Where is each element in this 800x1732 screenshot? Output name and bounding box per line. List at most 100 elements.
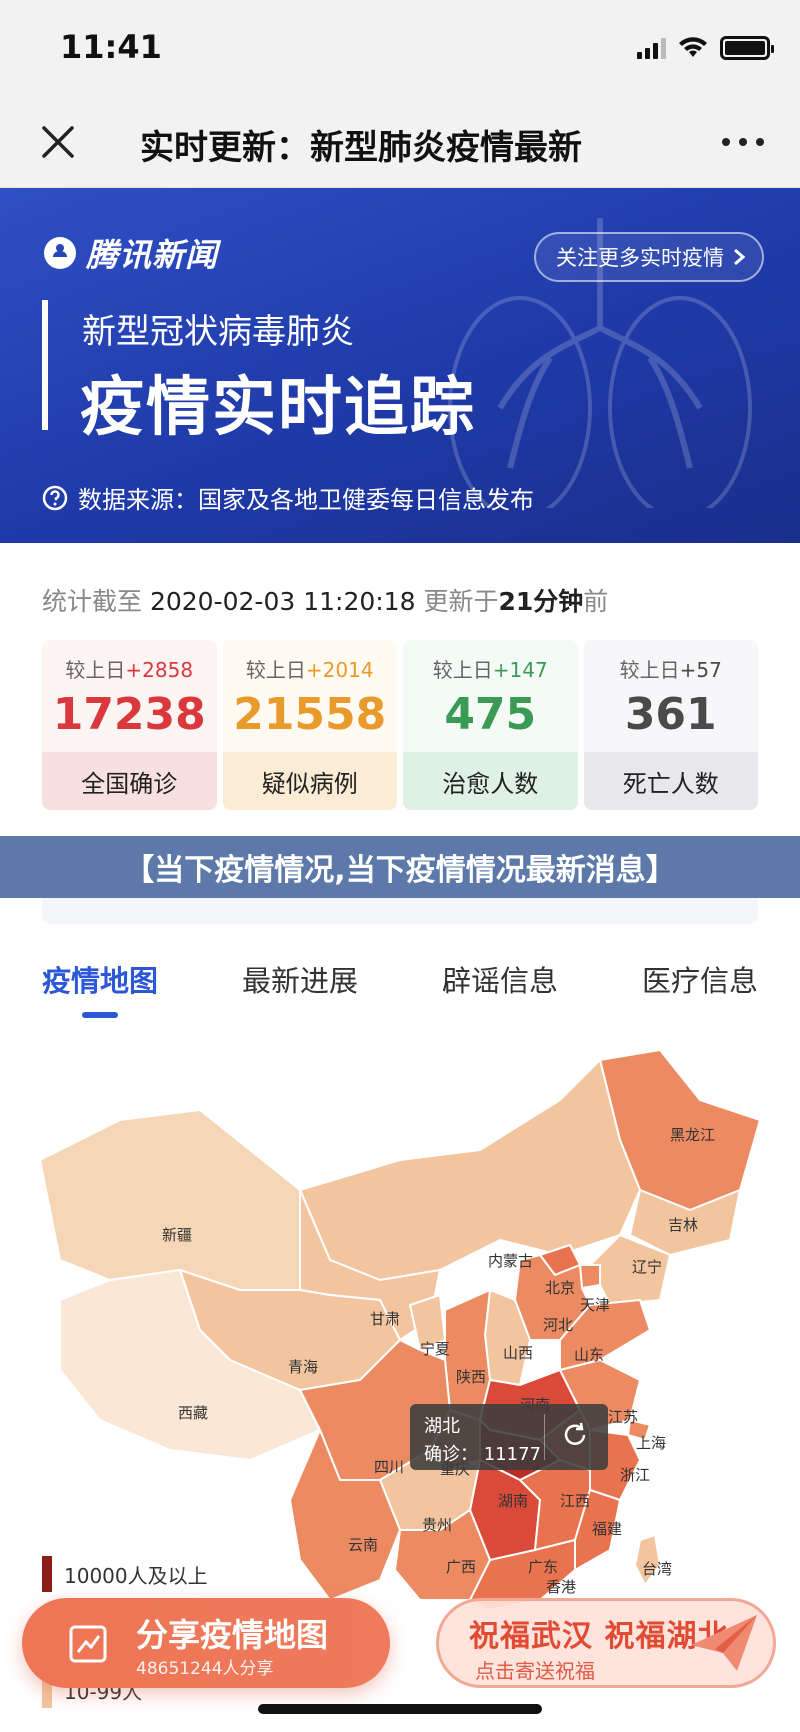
tab-label: 疫情地图 (41, 964, 158, 998)
label-liaoning: 辽宁 (632, 1258, 662, 1276)
question-icon (42, 485, 68, 510)
tab-label: 最新进展 (241, 964, 358, 998)
label-tianjin: 天津 (580, 1296, 610, 1314)
tencent-news-logo: 腾讯新闻 (42, 230, 218, 276)
page-title: 实时更新：新型肺炎疫情最新 (140, 128, 582, 168)
wifi-icon (679, 37, 707, 57)
label-taiwan: 台湾 (642, 1560, 672, 1578)
label-hebei: 河北 (543, 1316, 573, 1334)
label-jilin: 吉林 (668, 1216, 698, 1234)
tab-medical-info[interactable]: 医疗信息 (600, 950, 800, 1020)
legend-item: 10000人及以上 (42, 1556, 208, 1592)
map-tooltip: 湖北 确诊： 11177 (410, 1404, 608, 1470)
stat-top: 较上日+147 475 (403, 640, 578, 752)
label-guangxi: 广西 (446, 1558, 476, 1576)
status-icons (637, 36, 774, 60)
legend-swatch (42, 1556, 52, 1592)
home-indicator (258, 1704, 542, 1714)
share-chart-icon (69, 1625, 107, 1663)
updated-suffix: 前 (583, 587, 609, 616)
stats-timestamp: 2020-02-03 11:20:18 (149, 587, 416, 616)
label-shaanxi: 陕西 (456, 1368, 486, 1386)
hero-banner: 腾讯新闻 关注更多实时疫情 新型冠状病毒肺炎 疫情实时追踪 数据来源：国家及各地… (0, 188, 800, 543)
tooltip-confirmed: 确诊： 11177 (424, 1444, 541, 1465)
stat-card-suspected: 较上日+2014 21558 疑似病例 (222, 640, 397, 810)
label-ningxia: 宁夏 (420, 1340, 450, 1358)
tab-label: 辟谣信息 (441, 964, 558, 998)
label-guizhou: 贵州 (422, 1516, 452, 1534)
tab-epidemic-map[interactable]: 疫情地图 (0, 950, 200, 1020)
battery-icon (720, 36, 774, 60)
label-fujian: 福建 (592, 1520, 622, 1538)
stat-top: 较上日+57 361 (583, 640, 758, 752)
label-jiangxi: 江西 (560, 1492, 590, 1510)
share-map-button[interactable]: 分享疫情地图 48651244人分享 (22, 1598, 390, 1688)
tab-rumor-debunk[interactable]: 辟谣信息 (400, 950, 600, 1020)
follow-label: 关注更多实时疫情 (556, 246, 724, 270)
stat-value: 475 (444, 689, 537, 740)
close-icon[interactable] (36, 120, 80, 164)
data-source: 数据来源：国家及各地卫健委每日信息发布 (42, 480, 534, 515)
stats-row: 较上日+2858 17238 全国确诊 较上日+2014 21558 疑似病例 … (42, 640, 758, 810)
stat-top: 较上日+2858 17238 (42, 640, 217, 752)
more-icon[interactable] (722, 138, 764, 146)
hero-title: 疫情实时追踪 (80, 371, 476, 445)
tooltip-province: 湖北 (424, 1416, 460, 1437)
label-yunnan: 云南 (348, 1536, 378, 1554)
status-time: 11:41 (60, 28, 162, 66)
label-xizang: 西藏 (178, 1404, 208, 1422)
stat-card-confirmed: 较上日+2858 17238 全国确诊 (42, 640, 217, 810)
province-neimenggu[interactable] (299, 1059, 641, 1281)
stat-card-deaths: 较上日+57 361 死亡人数 (583, 640, 758, 810)
label-guangdong: 广东 (528, 1558, 558, 1576)
stat-value: 17238 (52, 689, 206, 740)
refresh-icon[interactable] (560, 1420, 590, 1450)
stats-caption: 统计截至 2020-02-03 11:20:18 更新于21分钟前 (42, 582, 608, 618)
label-gansu: 甘肃 (370, 1310, 400, 1328)
tab-label: 医疗信息 (641, 964, 758, 998)
status-bar: 11:41 (0, 0, 800, 96)
stat-card-cured: 较上日+147 475 治愈人数 (403, 640, 578, 810)
label-heilongjiang: 黑龙江 (670, 1126, 715, 1144)
province-tianjin[interactable] (579, 1264, 601, 1289)
updated-prefix: 更新于 (423, 587, 499, 616)
label-beijing: 北京 (545, 1279, 575, 1297)
stat-delta: 较上日+2014 (245, 658, 374, 682)
tencent-logo-icon (44, 237, 76, 269)
stat-label: 全国确诊 (42, 752, 217, 810)
label-zhejiang: 浙江 (620, 1466, 650, 1484)
stat-value: 361 (624, 689, 717, 740)
legend-label: 10000人及以上 (64, 1563, 208, 1588)
stat-label: 疑似病例 (222, 752, 397, 810)
paper-plane-icon (691, 1615, 757, 1671)
tab-bar: 疫情地图 最新进展 辟谣信息 医疗信息 (0, 950, 800, 1020)
bless-wuhan-button[interactable]: 祝福武汉 祝福湖北 点击寄送祝福 (436, 1598, 776, 1688)
signal-icon (637, 37, 666, 59)
label-shanghai: 上海 (636, 1434, 666, 1452)
follow-more-button[interactable]: 关注更多实时疫情 (534, 232, 764, 282)
province-shaanxi[interactable] (444, 1289, 491, 1421)
stat-top: 较上日+2014 21558 (222, 640, 397, 752)
news-ticker[interactable] (42, 898, 758, 924)
province-xinjiang[interactable] (39, 1109, 331, 1291)
stat-value: 21558 (233, 689, 387, 740)
share-count: 48651244人分享 (136, 1659, 274, 1679)
label-sichuan: 四川 (374, 1458, 404, 1476)
label-hunan: 湖南 (498, 1492, 528, 1510)
hero-accent-bar (42, 300, 48, 430)
stat-delta: 较上日+2858 (65, 658, 194, 682)
headline-banner: 【当下疫情情况,当下疫情情况最新消息】 (0, 836, 800, 898)
share-title: 分享疫情地图 (136, 1616, 329, 1654)
tab-underline (82, 1012, 118, 1018)
label-xinjiang: 新疆 (162, 1226, 192, 1244)
caption-prefix: 统计截至 (42, 587, 143, 616)
stat-label: 治愈人数 (403, 752, 578, 810)
label-qinghai: 青海 (288, 1358, 318, 1376)
stat-delta: 较上日+147 (432, 658, 548, 682)
tab-latest-progress[interactable]: 最新进展 (200, 950, 400, 1020)
nav-bar: 实时更新：新型肺炎疫情最新 (0, 96, 800, 188)
label-neimenggu: 内蒙古 (488, 1252, 533, 1270)
hero-subtitle: 新型冠状病毒肺炎 (82, 312, 354, 352)
logo-text: 腾讯新闻 (86, 236, 219, 274)
tooltip-divider (544, 1414, 545, 1460)
